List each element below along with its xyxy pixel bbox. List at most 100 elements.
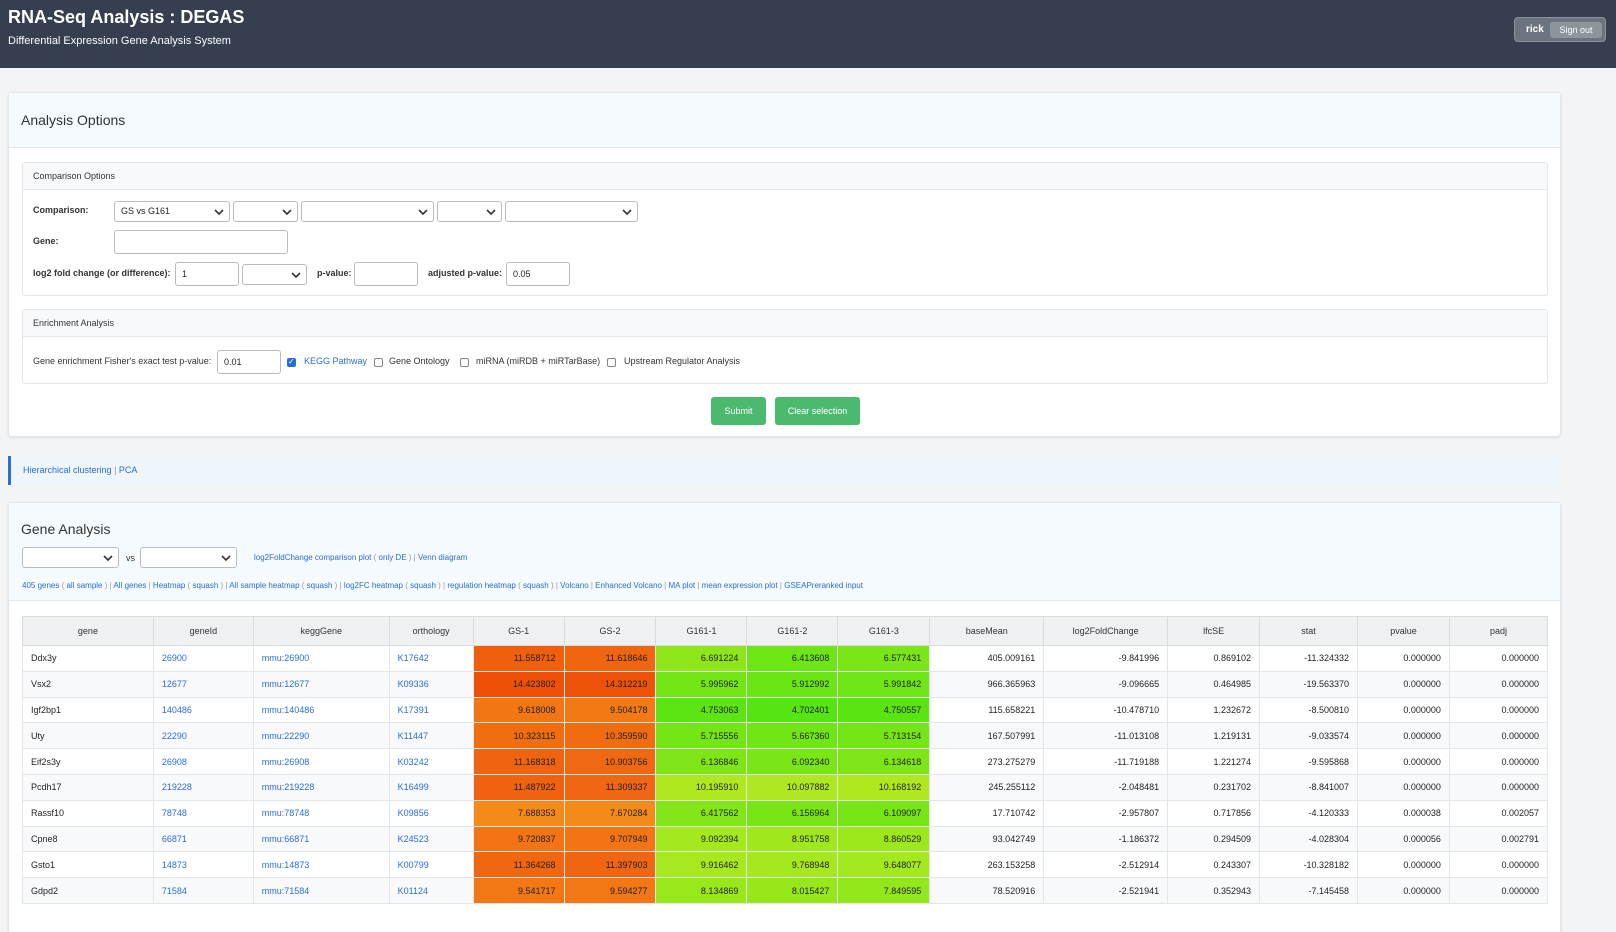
kegg-gene-link[interactable]: mmu:71584 bbox=[252, 877, 390, 904]
submit-button[interactable]: Submit bbox=[711, 397, 766, 425]
gene-name-cell: Ddx3y bbox=[22, 645, 154, 672]
comparison-select-4[interactable] bbox=[437, 201, 502, 222]
heatmap-cell: 6.417562 bbox=[655, 799, 748, 827]
fisher-pvalue-input[interactable]: 0.01 bbox=[217, 350, 281, 374]
comparison-select-2[interactable] bbox=[233, 201, 298, 222]
gene-id-link[interactable]: 14873 bbox=[152, 851, 254, 879]
comparison-select-3[interactable] bbox=[301, 201, 434, 222]
column-header-stat[interactable]: stat bbox=[1259, 616, 1358, 646]
orthology-link[interactable]: K16499 bbox=[388, 773, 474, 801]
username: rick bbox=[1526, 24, 1544, 35]
venn-diagram-link[interactable]: Venn diagram bbox=[418, 553, 467, 562]
log2fc-direction-select[interactable] bbox=[242, 264, 307, 285]
all-genes-link[interactable]: All genes bbox=[113, 581, 146, 590]
stat-cell: 0.464985 bbox=[1167, 670, 1261, 698]
orthology-link[interactable]: K17642 bbox=[388, 645, 474, 672]
regulation-heatmap-squash-link[interactable]: squash bbox=[523, 581, 549, 590]
comparison-select[interactable]: GS vs G161 bbox=[114, 201, 230, 222]
gene-id-link[interactable]: 219228 bbox=[152, 773, 254, 801]
gene-id-link[interactable]: 12677 bbox=[152, 670, 254, 698]
clear-selection-button[interactable]: Clear selection bbox=[775, 397, 860, 425]
column-header-g161-3[interactable]: G161-3 bbox=[837, 616, 931, 646]
enhanced-volcano-link[interactable]: Enhanced Volcano bbox=[595, 581, 662, 590]
regulation-heatmap-link[interactable]: regulation heatmap bbox=[447, 581, 516, 590]
sign-out-button[interactable]: Sign out bbox=[1550, 22, 1602, 38]
column-header-basemean[interactable]: baseMean bbox=[929, 616, 1045, 646]
gene-id-link[interactable]: 140486 bbox=[152, 696, 254, 724]
kegg-gene-link[interactable]: mmu:78748 bbox=[252, 799, 390, 827]
kegg-gene-link[interactable]: mmu:140486 bbox=[252, 696, 390, 724]
gene-name-cell: Gdpd2 bbox=[22, 877, 154, 904]
ma-plot-link[interactable]: MA plot bbox=[668, 581, 695, 590]
gene-name-cell: Rassf10 bbox=[22, 799, 154, 827]
gene-input[interactable] bbox=[114, 230, 288, 254]
column-header-gs-2[interactable]: GS-2 bbox=[563, 616, 657, 646]
gene-id-link[interactable]: 26908 bbox=[152, 748, 254, 775]
column-header-geneid[interactable]: geneId bbox=[152, 616, 254, 646]
column-header-g161-1[interactable]: G161-1 bbox=[655, 616, 748, 646]
all-sample-heatmap-squash-link[interactable]: squash bbox=[307, 581, 333, 590]
orthology-link[interactable]: K11447 bbox=[388, 722, 474, 750]
gene-id-link[interactable]: 66871 bbox=[152, 825, 254, 853]
pvalue-input[interactable] bbox=[354, 262, 418, 286]
orthology-link[interactable]: K00799 bbox=[388, 851, 474, 879]
kegg-gene-link[interactable]: mmu:26900 bbox=[252, 645, 390, 672]
chevron-down-icon bbox=[622, 209, 632, 216]
column-header-g161-2[interactable]: G161-2 bbox=[746, 616, 839, 646]
heatmap-cell: 11.309337 bbox=[563, 773, 657, 801]
volcano-link[interactable]: Volcano bbox=[560, 581, 588, 590]
kegg-gene-link[interactable]: mmu:22290 bbox=[252, 722, 390, 750]
comparison-select-5[interactable] bbox=[505, 201, 638, 222]
go-checkbox[interactable] bbox=[374, 358, 383, 367]
table-row: Gdpd2 71584 mmu:71584 K01124 9.541717 9.59427… bbox=[22, 877, 1549, 904]
kegg-label[interactable]: KEGG Pathway bbox=[304, 356, 367, 366]
kegg-checkbox[interactable] bbox=[287, 357, 296, 367]
hierarchical-clustering-link[interactable]: Hierarchical clustering bbox=[23, 465, 112, 475]
gsea-preranked-link[interactable]: GSEAPreranked input bbox=[784, 581, 863, 590]
kegg-gene-link[interactable]: mmu:14873 bbox=[252, 851, 390, 879]
upstream-checkbox[interactable] bbox=[607, 358, 616, 367]
column-header-pvalue[interactable]: pvalue bbox=[1357, 616, 1450, 646]
heatmap-link[interactable]: Heatmap bbox=[153, 581, 185, 590]
gene-id-link[interactable]: 71584 bbox=[152, 877, 254, 904]
kegg-gene-link[interactable]: mmu:66871 bbox=[252, 825, 390, 853]
log2fc-input[interactable]: 1 bbox=[175, 262, 239, 286]
stat-cell: 0.000000 bbox=[1448, 722, 1549, 750]
all-sample-heatmap-link[interactable]: All sample heatmap bbox=[229, 581, 299, 590]
log2fc-comparison-plot-link[interactable]: log2FoldChange comparison plot bbox=[254, 553, 371, 562]
orthology-link[interactable]: K09856 bbox=[388, 799, 474, 827]
sample-select-a[interactable] bbox=[22, 547, 119, 568]
column-header-kegggene[interactable]: keggGene bbox=[252, 616, 390, 646]
column-header-log2foldchange[interactable]: log2FoldChange bbox=[1043, 616, 1169, 646]
heatmap-cell: 9.594277 bbox=[563, 877, 657, 904]
orthology-link[interactable]: K17391 bbox=[388, 696, 474, 724]
column-header-padj[interactable]: padj bbox=[1448, 616, 1549, 646]
kegg-gene-link[interactable]: mmu:12677 bbox=[252, 670, 390, 698]
column-header-orthology[interactable]: orthology bbox=[388, 616, 474, 646]
only-de-link[interactable]: only DE bbox=[379, 553, 407, 562]
sample-select-b[interactable] bbox=[140, 547, 237, 568]
gene-id-link[interactable]: 26900 bbox=[152, 645, 254, 672]
mean-expression-plot-link[interactable]: mean expression plot bbox=[702, 581, 778, 590]
kegg-gene-link[interactable]: mmu:219228 bbox=[252, 773, 390, 801]
column-header-gs-1[interactable]: GS-1 bbox=[472, 616, 565, 646]
orthology-link[interactable]: K09336 bbox=[388, 670, 474, 698]
pca-link[interactable]: PCA bbox=[119, 465, 138, 475]
heatmap-squash-link[interactable]: squash bbox=[193, 581, 219, 590]
orthology-link[interactable]: K01124 bbox=[388, 877, 474, 904]
gene-id-link[interactable]: 78748 bbox=[152, 799, 254, 827]
column-header-lfcse[interactable]: lfcSE bbox=[1167, 616, 1261, 646]
stat-cell: 0.243307 bbox=[1167, 851, 1261, 879]
kegg-gene-link[interactable]: mmu:26908 bbox=[252, 748, 390, 775]
orthology-link[interactable]: K24523 bbox=[388, 825, 474, 853]
log2fc-heatmap-link[interactable]: log2FC heatmap bbox=[344, 581, 403, 590]
orthology-link[interactable]: K03242 bbox=[388, 748, 474, 775]
adj-pvalue-input[interactable]: 0.05 bbox=[506, 262, 570, 286]
all-sample-link[interactable]: all sample bbox=[66, 581, 102, 590]
genes-count-link[interactable]: 405 genes bbox=[22, 581, 59, 590]
gene-id-link[interactable]: 22290 bbox=[152, 722, 254, 750]
mirna-checkbox[interactable] bbox=[460, 358, 469, 367]
stat-cell: -10.328182 bbox=[1259, 851, 1358, 879]
column-header-gene[interactable]: gene bbox=[22, 616, 154, 646]
log2fc-heatmap-squash-link[interactable]: squash bbox=[410, 581, 436, 590]
